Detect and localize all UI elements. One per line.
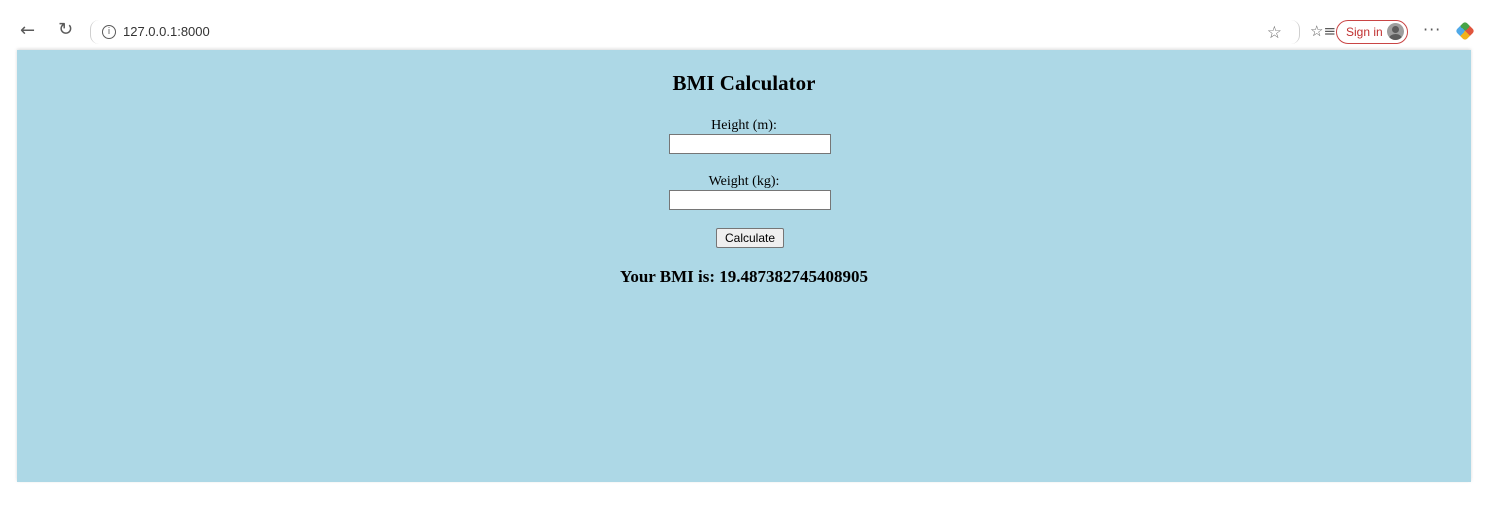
height-label: Height (m): (711, 118, 777, 133)
browser-toolbar: ← ↻ i 127.0.0.1:8000 ☆ ☆≡ Sign in ··· (0, 14, 1485, 50)
weight-label: Weight (kg): (708, 174, 780, 189)
sign-in-button[interactable]: Sign in (1336, 20, 1408, 44)
url-text[interactable]: 127.0.0.1:8000 (123, 24, 210, 39)
back-arrow-icon[interactable]: ← (20, 22, 35, 40)
calculate-button[interactable]: Calculate (716, 228, 784, 248)
avatar-icon (1387, 23, 1404, 40)
info-icon[interactable]: i (102, 25, 116, 39)
page-title: BMI Calculator (672, 71, 816, 95)
more-icon[interactable]: ··· (1423, 22, 1441, 38)
star-icon[interactable]: ☆ (1267, 23, 1282, 43)
favorites-icon[interactable]: ☆≡ (1310, 24, 1336, 39)
copilot-icon[interactable] (1455, 21, 1475, 41)
height-input[interactable] (669, 134, 831, 154)
address-bar[interactable]: i 127.0.0.1:8000 ☆ (90, 19, 1300, 45)
bmi-result: Your BMI is: 19.487382745408905 (619, 267, 869, 286)
page-content: BMI Calculator Height (m): Weight (kg): … (17, 50, 1471, 482)
reload-icon[interactable]: ↻ (58, 21, 73, 39)
weight-input[interactable] (669, 190, 831, 210)
sign-in-label: Sign in (1346, 25, 1383, 39)
